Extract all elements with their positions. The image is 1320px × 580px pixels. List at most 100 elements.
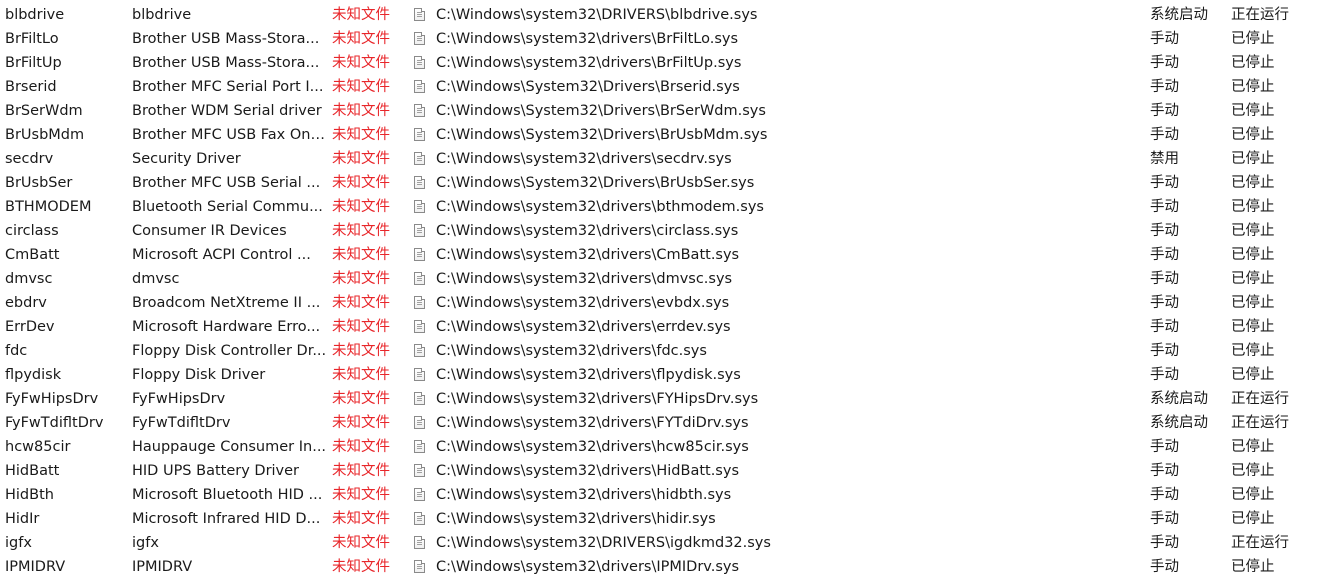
- table-row[interactable]: hcw85cir Hauppauge Consumer In... 未知文件 C:\W…: [0, 435, 1320, 459]
- signature-status: 未知文件: [332, 415, 390, 431]
- driver-list[interactable]: blbdrive blbdrive 未知文件 C:\Windows\system32\…: [0, 0, 1320, 580]
- file-icon: [414, 392, 425, 405]
- table-row[interactable]: ebdrv Broadcom NetXtreme II ... 未知文件 C:\Win…: [0, 291, 1320, 315]
- driver-state: 正在运行: [1231, 535, 1289, 551]
- startup-type: 手动: [1150, 271, 1179, 287]
- table-row[interactable]: FyFwHipsDrv FyFwHipsDrv 未知文件 C:\Windows\sys…: [0, 387, 1320, 411]
- signature-status: 未知文件: [332, 319, 390, 335]
- file-icon: [414, 512, 425, 525]
- driver-description: FyFwTdifltDrv: [132, 415, 231, 431]
- driver-state: 已停止: [1231, 559, 1275, 575]
- file-icon: [414, 488, 425, 501]
- file-icon: [414, 104, 425, 117]
- driver-path: C:\Windows\system32\DRIVERS\blbdrive.sys: [436, 7, 758, 23]
- table-row[interactable]: ErrDev Microsoft Hardware Erro... 未知文件 C:\W…: [0, 315, 1320, 339]
- driver-description: HID UPS Battery Driver: [132, 463, 300, 479]
- table-row[interactable]: FyFwTdifltDrv FyFwTdifltDrv 未知文件 C:\Windows…: [0, 411, 1320, 435]
- table-row[interactable]: BrFiltLo Brother USB Mass-Stora... 未知文件 C:\…: [0, 27, 1320, 51]
- table-row[interactable]: dmvsc dmvsc 未知文件 C:\Windows\system32\driver…: [0, 267, 1320, 291]
- file-icon-cell: [413, 291, 429, 315]
- file-icon-cell: [413, 267, 429, 291]
- driver-name: IPMIDRV: [5, 559, 66, 575]
- driver-name: BrUsbSer: [5, 175, 73, 191]
- driver-name: FyFwTdifltDrv: [5, 415, 104, 431]
- driver-description: Hauppauge Consumer In...: [132, 439, 327, 455]
- signature-status: 未知文件: [332, 559, 390, 575]
- file-icon-cell: [413, 51, 429, 75]
- table-row[interactable]: HidBth Microsoft Bluetooth HID ... 未知文件 C:\…: [0, 483, 1320, 507]
- table-row[interactable]: flpydisk Floppy Disk Driver 未知文件 C:\Windows…: [0, 363, 1320, 387]
- driver-path: C:\Windows\system32\drivers\dmvsc.sys: [436, 271, 733, 287]
- driver-name: hcw85cir: [5, 439, 71, 455]
- driver-state: 已停止: [1231, 223, 1275, 239]
- signature-status: 未知文件: [332, 199, 390, 215]
- table-row[interactable]: HidIr Microsoft Infrared HID D... 未知文件 C:\W…: [0, 507, 1320, 531]
- signature-status: 未知文件: [332, 511, 390, 527]
- file-icon-cell: [413, 75, 429, 99]
- table-row[interactable]: igfx igfx 未知文件 C:\Windows\system32\DRIVERS\…: [0, 531, 1320, 555]
- file-icon: [414, 296, 425, 309]
- driver-name: BrFiltLo: [5, 31, 59, 47]
- startup-type: 手动: [1150, 295, 1179, 311]
- driver-description: Brother WDM Serial driver: [132, 103, 322, 119]
- file-icon: [414, 176, 425, 189]
- driver-name: flpydisk: [5, 367, 62, 383]
- driver-description: Consumer IR Devices: [132, 223, 287, 239]
- table-row[interactable]: BrFiltUp Brother USB Mass-Stora... 未知文件 C:\…: [0, 51, 1320, 75]
- signature-status: 未知文件: [332, 367, 390, 383]
- driver-path: C:\Windows\System32\Drivers\BrUsbMdm.sys: [436, 127, 768, 143]
- signature-status: 未知文件: [332, 463, 390, 479]
- driver-description: Brother MFC USB Fax Onl...: [132, 127, 328, 143]
- table-row[interactable]: BrUsbMdm Brother MFC USB Fax Onl... 未知文件 C:…: [0, 123, 1320, 147]
- startup-type: 手动: [1150, 31, 1179, 47]
- driver-description: igfx: [132, 535, 159, 551]
- startup-type: 手动: [1150, 367, 1179, 383]
- file-icon: [414, 32, 425, 45]
- startup-type: 手动: [1150, 79, 1179, 95]
- driver-path: C:\Windows\system32\drivers\FYHipsDrv.sy…: [436, 391, 759, 407]
- table-row[interactable]: BTHMODEM Bluetooth Serial Commu... 未知文件 C:\…: [0, 195, 1320, 219]
- startup-type: 系统启动: [1150, 391, 1208, 407]
- startup-type: 手动: [1150, 127, 1179, 143]
- driver-path: C:\Windows\system32\drivers\hidbth.sys: [436, 487, 732, 503]
- signature-status: 未知文件: [332, 391, 390, 407]
- driver-path: C:\Windows\system32\drivers\hidir.sys: [436, 511, 716, 527]
- table-row[interactable]: CmBatt Microsoft ACPI Control ... 未知文件 C:\W…: [0, 243, 1320, 267]
- driver-path: C:\Windows\system32\drivers\IPMIDrv.sys: [436, 559, 740, 575]
- startup-type: 手动: [1150, 175, 1179, 191]
- table-row[interactable]: IPMIDRV IPMIDRV 未知文件 C:\Windows\system32\dr…: [0, 555, 1320, 579]
- driver-state: 已停止: [1231, 463, 1275, 479]
- table-row[interactable]: BrSerWdm Brother WDM Serial driver 未知文件 C:\…: [0, 99, 1320, 123]
- file-icon: [414, 272, 425, 285]
- table-row[interactable]: Brserid Brother MFC Serial Port I... 未知文件 C…: [0, 75, 1320, 99]
- startup-type: 手动: [1150, 199, 1179, 215]
- table-row[interactable]: BrUsbSer Brother MFC USB Serial ... 未知文件 C:…: [0, 171, 1320, 195]
- table-row[interactable]: blbdrive blbdrive 未知文件 C:\Windows\system32\…: [0, 3, 1320, 27]
- driver-description: Brother MFC Serial Port I...: [132, 79, 324, 95]
- driver-description: Brother USB Mass-Stora...: [132, 31, 320, 47]
- driver-name: igfx: [5, 535, 32, 551]
- table-row[interactable]: fdc Floppy Disk Controller Dr... 未知文件 C:\Wi…: [0, 339, 1320, 363]
- file-icon-cell: [413, 243, 429, 267]
- startup-type: 系统启动: [1150, 415, 1208, 431]
- driver-description: FyFwHipsDrv: [132, 391, 226, 407]
- driver-path: C:\Windows\system32\drivers\hcw85cir.sys: [436, 439, 749, 455]
- driver-state: 已停止: [1231, 175, 1275, 191]
- signature-status: 未知文件: [332, 31, 390, 47]
- table-row[interactable]: circlass Consumer IR Devices 未知文件 C:\Window…: [0, 219, 1320, 243]
- driver-state: 已停止: [1231, 103, 1275, 119]
- driver-name: secdrv: [5, 151, 54, 167]
- file-icon: [414, 248, 425, 261]
- driver-path: C:\Windows\system32\drivers\HidBatt.sys: [436, 463, 739, 479]
- driver-path: C:\Windows\System32\Drivers\BrSerWdm.sys: [436, 103, 766, 119]
- driver-state: 已停止: [1231, 247, 1275, 263]
- driver-path: C:\Windows\system32\drivers\errdev.sys: [436, 319, 731, 335]
- file-icon-cell: [413, 483, 429, 507]
- table-row[interactable]: HidBatt HID UPS Battery Driver 未知文件 C:\Wind…: [0, 459, 1320, 483]
- driver-path: C:\Windows\System32\Drivers\Brserid.sys: [436, 79, 740, 95]
- file-icon-cell: [413, 339, 429, 363]
- table-row[interactable]: secdrv Security Driver 未知文件 C:\Windows\syst…: [0, 147, 1320, 171]
- driver-description: IPMIDRV: [132, 559, 193, 575]
- driver-name: fdc: [5, 343, 28, 359]
- driver-description: Microsoft Infrared HID D...: [132, 511, 321, 527]
